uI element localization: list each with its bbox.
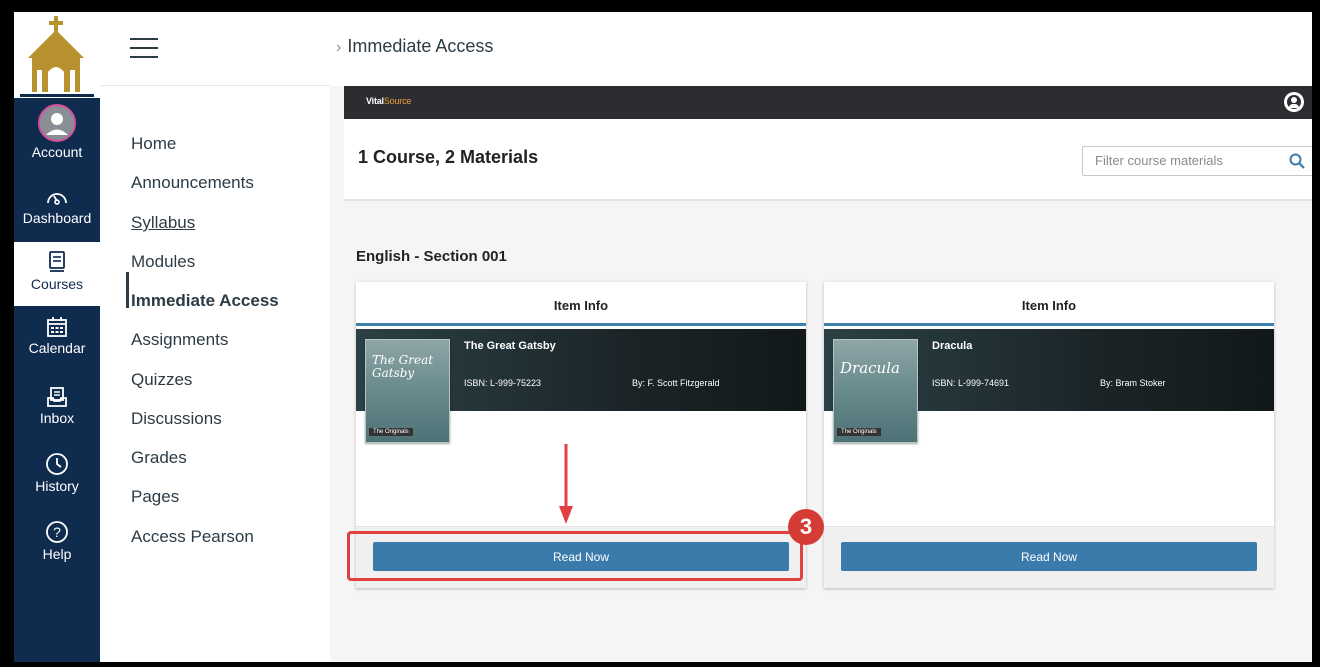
course-nav-grades[interactable]: Grades — [131, 448, 187, 468]
clock-icon — [46, 453, 68, 475]
materials-count-title: 1 Course, 2 Materials — [358, 147, 539, 167]
course-nav-syllabus[interactable]: Syllabus — [131, 213, 195, 233]
course-nav-modules[interactable]: Modules — [131, 252, 195, 272]
course-nav-assignments[interactable]: Assignments — [131, 330, 228, 350]
material-card: Item Info Dracula The Originals Dracula … — [824, 282, 1274, 588]
chapel-logo-icon — [28, 16, 84, 92]
step-number-badge: 3 — [788, 509, 824, 545]
inbox-icon — [47, 387, 67, 407]
course-nav-discussions[interactable]: Discussions — [131, 409, 222, 429]
breadcrumb-current[interactable]: Immediate Access — [347, 36, 493, 56]
book-title: The Great Gatsby — [464, 340, 556, 352]
highlight-box-annotation — [347, 531, 803, 581]
filter-box — [1082, 146, 1312, 176]
app-window: Account Dashboard Courses Calendar Inbox… — [14, 12, 1312, 662]
course-nav-access-pearson[interactable]: Access Pearson — [131, 527, 254, 547]
active-indicator — [126, 272, 129, 308]
course-nav-announcements[interactable]: Announcements — [131, 173, 254, 193]
course-header — [100, 12, 330, 86]
gnav-history-label: History — [35, 478, 79, 494]
course-nav-home[interactable]: Home — [131, 134, 176, 154]
gnav-dashboard-label: Dashboard — [22, 210, 92, 226]
course-nav: Home Announcements Syllabus Modules Imme… — [100, 86, 330, 662]
dashboard-gauge-icon — [47, 193, 67, 205]
gnav-calendar-label: Calendar — [28, 340, 86, 356]
section-title: English - Section 001 — [356, 248, 507, 265]
gnav-calendar[interactable]: Calendar — [14, 316, 100, 376]
vitalsource-logo-vital: Vital — [366, 96, 384, 106]
card-header: Item Info — [356, 282, 806, 326]
book-title: Dracula — [932, 340, 973, 352]
book-isbn: ISBN: L-999-74691 — [932, 378, 1010, 388]
card-header: Item Info — [824, 282, 1274, 326]
course-nav-quizzes[interactable]: Quizzes — [131, 370, 192, 390]
gnav-help[interactable]: ? Help — [14, 520, 100, 576]
read-now-button[interactable]: Read Now — [841, 542, 1257, 571]
breadcrumb: › Immediate Access — [336, 36, 493, 57]
chevron-right-icon: › — [336, 39, 342, 56]
svg-text:?: ? — [53, 524, 61, 540]
gnav-courses[interactable]: Courses — [14, 242, 100, 306]
gnav-history[interactable]: History — [14, 452, 100, 508]
down-arrow-annotation-icon — [559, 444, 573, 524]
user-profile-icon[interactable] — [1284, 92, 1304, 112]
hamburger-menu-icon[interactable] — [130, 38, 158, 58]
search-icon[interactable] — [1289, 153, 1305, 169]
gnav-account[interactable]: Account — [14, 104, 100, 168]
global-nav: Account Dashboard Courses Calendar Inbox… — [14, 12, 100, 662]
courses-book-icon — [49, 251, 65, 272]
vitalsource-bar: VitalSource — [344, 86, 1312, 119]
filter-input[interactable] — [1095, 153, 1275, 168]
book-cover[interactable]: The Great Gatsby The Originals — [365, 339, 450, 443]
school-logo[interactable] — [14, 12, 100, 98]
book-isbn: ISBN: L-999-75223 — [464, 378, 542, 388]
book-author: By: Bram Stoker — [1100, 378, 1166, 388]
book-cover[interactable]: Dracula The Originals — [833, 339, 918, 443]
calendar-icon — [47, 317, 67, 337]
vitalsource-logo: VitalSource — [366, 96, 411, 106]
gnav-inbox-label: Inbox — [39, 410, 75, 426]
account-avatar-icon — [38, 104, 76, 142]
book-cover-title: The Great Gatsby — [372, 353, 434, 380]
course-nav-pages[interactable]: Pages — [131, 487, 179, 507]
gnav-courses-label: Courses — [30, 276, 84, 292]
gnav-inbox[interactable]: Inbox — [14, 386, 100, 442]
course-nav-immediate-access[interactable]: Immediate Access — [131, 291, 279, 311]
book-cover-tag: The Originals — [369, 428, 413, 436]
materials-header: 1 Course, 2 Materials — [344, 119, 1312, 201]
book-cover-title: Dracula — [840, 359, 900, 377]
book-cover-tag: The Originals — [837, 428, 881, 436]
vitalsource-logo-source: Source — [383, 96, 412, 106]
gnav-help-label: Help — [42, 546, 72, 562]
help-circle-icon: ? — [46, 521, 68, 543]
gnav-dashboard[interactable]: Dashboard — [14, 188, 100, 240]
gnav-account-label: Account — [31, 144, 83, 160]
book-author: By: F. Scott Fitzgerald — [632, 378, 720, 388]
